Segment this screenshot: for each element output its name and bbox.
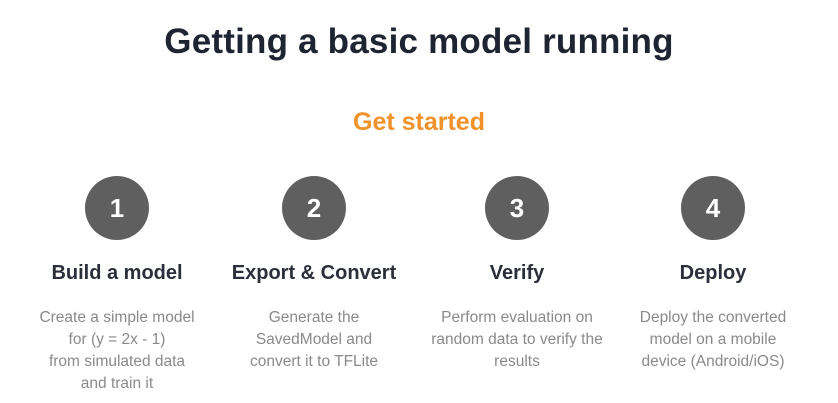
step-description: Generate the SavedModel and convert it t… (249, 309, 379, 370)
step-number-badge: 2 (282, 176, 346, 240)
step-title: Export & Convert (231, 262, 397, 284)
step-export-convert: 2 Export & Convert Generate the SavedMod… (214, 176, 414, 373)
step-verify: 3 Verify Perform evaluation on random da… (417, 176, 617, 373)
page-title: Getting a basic model running (164, 22, 674, 61)
step-description: Perform evaluation on random data to ver… (431, 309, 603, 370)
get-started-link[interactable]: Get started (0, 108, 838, 137)
step-description: Create a simple model for (y = 2x - 1) f… (39, 309, 195, 392)
step-number-badge: 3 (485, 176, 549, 240)
step-title: Build a model (51, 262, 183, 284)
step-build-model: 1 Build a model Create a simple model fo… (17, 176, 217, 395)
step-number-badge: 1 (85, 176, 149, 240)
step-title: Verify (489, 262, 545, 284)
step-title: Deploy (679, 262, 747, 284)
step-number-badge: 4 (681, 176, 745, 240)
step-description: Deploy the converted model on a mobile d… (639, 309, 787, 370)
step-deploy: 4 Deploy Deploy the converted model on a… (613, 176, 813, 373)
